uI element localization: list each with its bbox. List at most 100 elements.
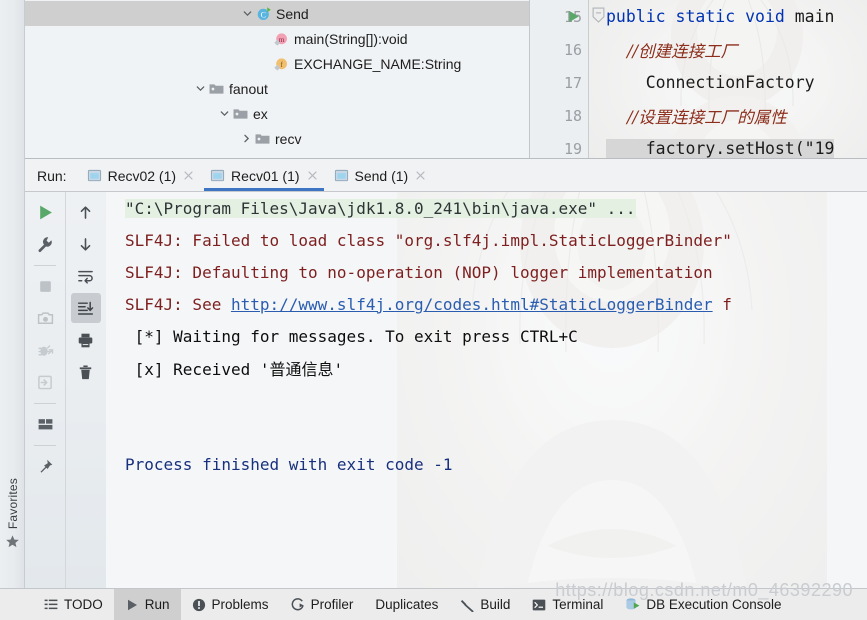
- console-segment: SLF4J: Defaulting to no-operation (NOP) …: [125, 262, 713, 282]
- tab-label: Recv02 (1): [107, 167, 177, 184]
- tree-row-send-class[interactable]: C Send: [25, 1, 529, 26]
- run-tab-bar: Run: Recv02 (1) Recv01 (1) Send (1): [25, 159, 867, 192]
- tree-row-label: Send: [276, 5, 309, 22]
- close-icon[interactable]: [415, 170, 426, 181]
- console-segment: [125, 391, 135, 410]
- edit-configuration-button[interactable]: [30, 229, 60, 259]
- toolbar-separator: [34, 445, 56, 446]
- terminal-icon: [532, 598, 546, 612]
- pin-icon[interactable]: [30, 451, 60, 481]
- console-icon: [87, 168, 102, 183]
- run-window-title: Run:: [37, 168, 67, 184]
- code-segment: factory.setHost("19: [606, 139, 835, 158]
- status-item-duplicates[interactable]: Duplicates: [364, 589, 449, 620]
- console-segment: [125, 423, 135, 442]
- camera-icon[interactable]: [30, 303, 60, 333]
- left-tool-stripe: Favorites: [0, 0, 25, 588]
- code-editor[interactable]: 15 16 17 18 19 public static void main /…: [530, 0, 867, 158]
- status-item-label: Profiler: [310, 597, 354, 612]
- tree-row-ex[interactable]: ex: [25, 101, 529, 126]
- console-line: [x] Received '普通信息': [106, 352, 867, 384]
- tree-row-recv[interactable]: recv: [25, 126, 529, 151]
- status-item-label: Terminal: [552, 597, 604, 612]
- db-console-icon: [625, 597, 640, 612]
- editor-code-area[interactable]: public static void main //创建连接工厂 Connect…: [590, 0, 867, 158]
- console-icon: [334, 168, 349, 183]
- code-line: public static void main: [590, 0, 867, 33]
- code-line: ConnectionFactory: [590, 66, 867, 99]
- console-line: SLF4J: Defaulting to no-operation (NOP) …: [106, 256, 867, 288]
- console-line: "C:\Program Files\Java\jdk1.8.0_241\bin\…: [106, 192, 867, 224]
- profiler-icon: [291, 597, 305, 612]
- code-segment: public static void: [606, 7, 795, 26]
- code-segment: //设置连接工厂的属性: [606, 107, 787, 127]
- printer-icon[interactable]: [71, 325, 101, 355]
- tree-row-exchange-name-field[interactable]: f EXCHANGE_NAME:String: [25, 51, 529, 76]
- sidebar-item-favorites[interactable]: Favorites: [0, 420, 25, 560]
- tab-recv02[interactable]: Recv02 (1): [79, 160, 202, 191]
- console-segment: [x] Received '普通信息': [125, 360, 344, 379]
- bug-dump-icon[interactable]: [30, 335, 60, 365]
- arrow-down-icon[interactable]: [71, 229, 101, 259]
- rerun-button[interactable]: [30, 197, 60, 227]
- close-icon[interactable]: [183, 170, 194, 181]
- line-number: 18: [563, 106, 582, 125]
- console-line: SLF4J: Failed to load class "org.slf4j.i…: [106, 224, 867, 256]
- run-play-icon: [125, 598, 139, 612]
- status-item-label: TODO: [64, 597, 103, 612]
- exit-icon[interactable]: [30, 367, 60, 397]
- code-line: //创建连接工厂: [590, 33, 867, 66]
- console-toolbar-left: [25, 192, 65, 589]
- code-line: factory.setHost("19: [590, 132, 867, 158]
- console-line: Process finished with exit code -1: [106, 448, 867, 480]
- code-segment: //创建连接工厂: [606, 41, 738, 61]
- chevron-down-icon[interactable]: [240, 6, 255, 21]
- star-icon: [5, 534, 20, 554]
- status-item-profiler[interactable]: Profiler: [280, 589, 365, 620]
- run-tool-window: Run: Recv02 (1) Recv01 (1) Send (1) "C:\…: [25, 158, 867, 589]
- tree-row-label: ex: [253, 105, 268, 122]
- tree-row-fanout[interactable]: fanout: [25, 76, 529, 101]
- status-item-terminal[interactable]: Terminal: [521, 589, 614, 620]
- status-item-db-execution-console[interactable]: DB Execution Console: [614, 589, 792, 620]
- todo-list-icon: [44, 598, 58, 612]
- console-segment: SLF4J: Failed to load class "org.slf4j.i…: [125, 230, 732, 250]
- stop-button[interactable]: [30, 271, 60, 301]
- tree-row-label: fanout: [229, 80, 268, 97]
- status-item-todo[interactable]: TODO: [33, 589, 114, 620]
- status-item-run[interactable]: Run: [113, 588, 181, 620]
- hammer-icon: [460, 598, 474, 612]
- status-item-label: Problems: [211, 597, 269, 612]
- console-line: SLF4J: See http://www.slf4j.org/codes.ht…: [106, 288, 867, 320]
- close-icon[interactable]: [307, 170, 318, 181]
- tree-row-label: EXCHANGE_NAME:String: [294, 55, 462, 72]
- console-icon: [210, 168, 225, 183]
- arrow-up-icon[interactable]: [71, 197, 101, 227]
- problems-icon: [192, 598, 206, 612]
- console-segment: SLF4J: See: [125, 294, 231, 314]
- tree-row-main-method[interactable]: m main(String[]):void: [25, 26, 529, 51]
- status-item-label: Duplicates: [375, 597, 439, 612]
- console-output[interactable]: "C:\Program Files\Java\jdk1.8.0_241\bin\…: [106, 192, 867, 588]
- package-icon: [232, 106, 249, 122]
- status-item-problems[interactable]: Problems: [181, 589, 280, 620]
- tab-label: Send (1): [354, 167, 409, 184]
- run-gutter-icon[interactable]: [566, 9, 581, 29]
- idea-window: Favorites send: [0, 0, 867, 620]
- package-icon: [208, 81, 225, 97]
- line-number: 19: [563, 139, 582, 158]
- line-number: 17: [563, 73, 582, 92]
- console-link[interactable]: http://www.slf4j.org/codes.html#StaticLo…: [231, 295, 713, 314]
- project-tree[interactable]: send C Send m: [25, 0, 530, 158]
- status-item-build[interactable]: Build: [449, 589, 521, 620]
- tab-recv01[interactable]: Recv01 (1): [202, 160, 325, 191]
- tab-send[interactable]: Send (1): [326, 160, 435, 191]
- chevron-down-icon[interactable]: [217, 106, 232, 121]
- chevron-right-icon[interactable]: [239, 131, 254, 146]
- console-line: [*] Waiting for messages. To exit press …: [106, 320, 867, 352]
- trash-icon[interactable]: [71, 357, 101, 387]
- layout-icon[interactable]: [30, 409, 60, 439]
- scroll-to-end-icon[interactable]: [70, 293, 101, 323]
- soft-wrap-icon[interactable]: [71, 261, 101, 291]
- chevron-down-icon[interactable]: [193, 81, 208, 96]
